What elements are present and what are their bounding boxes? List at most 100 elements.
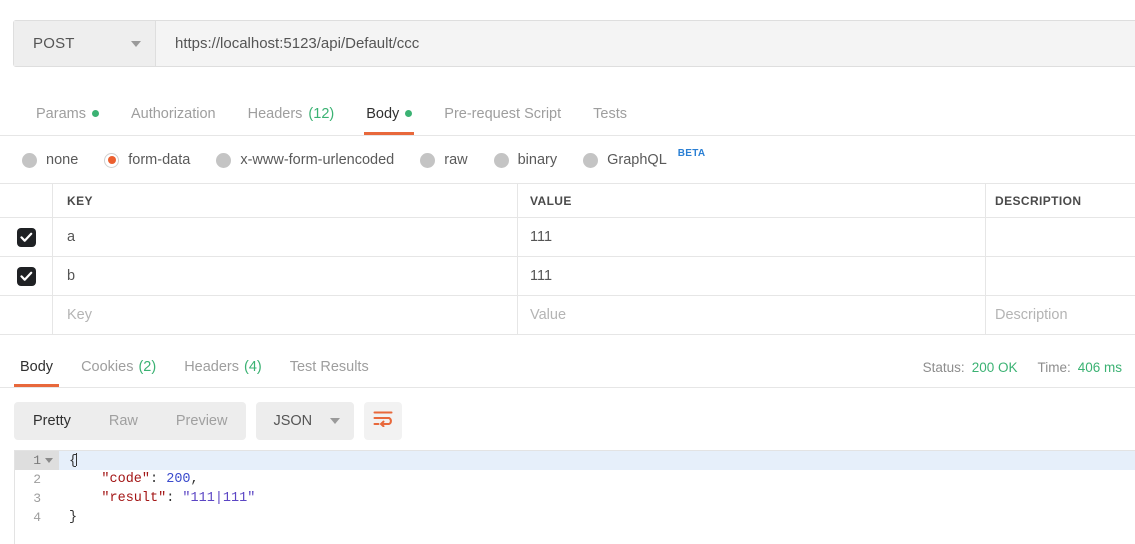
code-line: 2 "code": 200, [15, 470, 1135, 489]
radio-icon[interactable] [104, 152, 120, 168]
body-type-graphql[interactable]: GraphQL BETA [583, 148, 705, 168]
row-value-cell[interactable]: Value [518, 296, 986, 334]
line-number: 4 [33, 510, 41, 525]
row-description-cell[interactable] [986, 257, 1135, 295]
request-tab-label: Pre-request Script [444, 105, 562, 122]
response-tab-count: (2) [138, 359, 157, 375]
code-token: : [166, 491, 183, 506]
column-header-value: VALUE [530, 193, 572, 208]
response-body-editor[interactable]: 1{2 "code": 200, 3 "result": "111|111" 4} [14, 450, 1135, 544]
header-cell-key: KEY [53, 184, 518, 217]
code-token: } [69, 510, 78, 525]
table-row[interactable]: b 111 [0, 257, 1135, 296]
response-tab-label: Cookies [81, 359, 134, 375]
row-key-cell[interactable]: Key [53, 296, 518, 334]
request-tab-pre-request-script[interactable]: Pre-request Script [428, 92, 577, 135]
view-mode-raw[interactable]: Raw [90, 402, 157, 440]
request-tab-authorization[interactable]: Authorization [115, 92, 232, 135]
row-enabled-checkbox[interactable] [16, 227, 36, 247]
view-mode-preview[interactable]: Preview [157, 402, 247, 440]
response-format-label: JSON [273, 413, 313, 429]
row-description-cell[interactable] [986, 218, 1135, 256]
row-value-value: 111 [530, 268, 553, 284]
response-tab-test-results[interactable]: Test Results [276, 347, 383, 387]
radio-icon[interactable] [22, 152, 37, 168]
response-tab-count: (4) [244, 359, 262, 375]
modified-indicator-icon [405, 110, 413, 117]
radio-icon[interactable] [583, 152, 599, 168]
view-mode-pretty[interactable]: Pretty [14, 402, 90, 440]
row-value-cell[interactable]: 111 [518, 218, 986, 256]
row-key-value: a [67, 229, 76, 245]
code-token: "code" [69, 472, 151, 487]
code-content: "result": "111|111" [59, 491, 255, 506]
row-value-value: 111 [530, 229, 553, 245]
row-enabled-checkbox[interactable] [16, 266, 36, 286]
http-method-label: POST [33, 35, 75, 52]
body-type-x-www-form-urlencoded[interactable]: x-www-form-urlencoded [216, 152, 394, 168]
request-tab-label: Authorization [130, 105, 216, 122]
header-cell-value: VALUE [518, 184, 986, 217]
body-type-label: form-data [128, 152, 191, 168]
request-tab-headers[interactable]: Headers (12) [232, 92, 351, 135]
body-type-form-data[interactable]: form-data [104, 152, 190, 168]
response-tab-headers[interactable]: Headers (4) [170, 347, 276, 387]
body-type-raw[interactable]: raw [420, 152, 468, 168]
response-toolbar: Pretty Raw Preview JSON [0, 396, 1135, 446]
header-cell-check [0, 184, 53, 217]
radio-icon[interactable] [420, 152, 436, 168]
time-label: Time: [1037, 359, 1071, 375]
body-type-label: x-www-form-urlencoded [240, 152, 395, 168]
http-method-select[interactable]: POST [14, 21, 156, 66]
body-type-label: raw [444, 152, 468, 168]
request-tab-tests[interactable]: Tests [577, 92, 643, 135]
table-body: a 111 b 111 Key Value Description [0, 218, 1135, 335]
row-key-cell[interactable]: a [53, 218, 518, 256]
request-tab-count: (12) [308, 105, 335, 122]
line-number: 3 [33, 491, 41, 506]
line-number-gutter: 2 [15, 470, 59, 489]
response-tab-cookies[interactable]: Cookies (2) [67, 347, 170, 387]
row-value-cell[interactable]: 111 [518, 257, 986, 295]
table-row-new[interactable]: Key Value Description [0, 296, 1135, 335]
radio-icon[interactable] [493, 152, 509, 168]
line-number-gutter: 1 [15, 451, 59, 470]
line-number-gutter: 4 [15, 508, 59, 527]
request-tab-body[interactable]: Body [350, 92, 428, 135]
url-bar: POST https://localhost:5123/api/Default/… [13, 20, 1135, 67]
row-value-placeholder: Value [530, 307, 567, 323]
word-wrap-button[interactable] [364, 402, 403, 440]
code-line: 1{ [15, 451, 1135, 470]
radio-icon[interactable] [216, 152, 232, 168]
body-type-none[interactable]: none [22, 152, 78, 168]
code-fold-icon[interactable] [45, 458, 53, 463]
column-header-description: DESCRIPTION [995, 193, 1082, 208]
row-key-cell[interactable]: b [53, 257, 518, 295]
body-type-binary[interactable]: binary [493, 152, 557, 168]
postman-request-response-pane: POST https://localhost:5123/api/Default/… [0, 0, 1135, 544]
table-header-row: KEY VALUE DESCRIPTION [0, 184, 1135, 218]
table-row[interactable]: a 111 [0, 218, 1135, 257]
code-token: "111|111" [182, 491, 256, 506]
row-description-cell[interactable]: Description [986, 296, 1135, 334]
status-label: Status: [922, 359, 965, 375]
request-tab-params[interactable]: Params [20, 92, 115, 135]
line-number: 2 [33, 472, 41, 487]
word-wrap-icon [373, 410, 393, 432]
response-status-area: Status: 200 OK Time: 406 ms [923, 347, 1135, 387]
code-content: { [59, 452, 78, 469]
response-tab-body[interactable]: Body [6, 347, 67, 387]
response-format-select[interactable]: JSON [256, 402, 355, 440]
column-header-key: KEY [67, 193, 93, 208]
code-content: } [59, 510, 77, 525]
code-token: , [190, 472, 199, 487]
url-bar-container: POST https://localhost:5123/api/Default/… [0, 0, 1135, 86]
row-checkbox-cell [0, 257, 53, 295]
response-tab-label: Body [20, 359, 54, 375]
url-input[interactable]: https://localhost:5123/api/Default/ccc [156, 21, 1135, 66]
response-tabs: Body Cookies (2) Headers (4) Test Results Sta… [0, 347, 1135, 388]
code-token: : [150, 472, 167, 487]
form-data-table: KEY VALUE DESCRIPTION a 111 b 111 Key Value De… [0, 183, 1135, 335]
row-key-value: b [67, 268, 76, 284]
response-tab-label: Test Results [289, 359, 369, 375]
